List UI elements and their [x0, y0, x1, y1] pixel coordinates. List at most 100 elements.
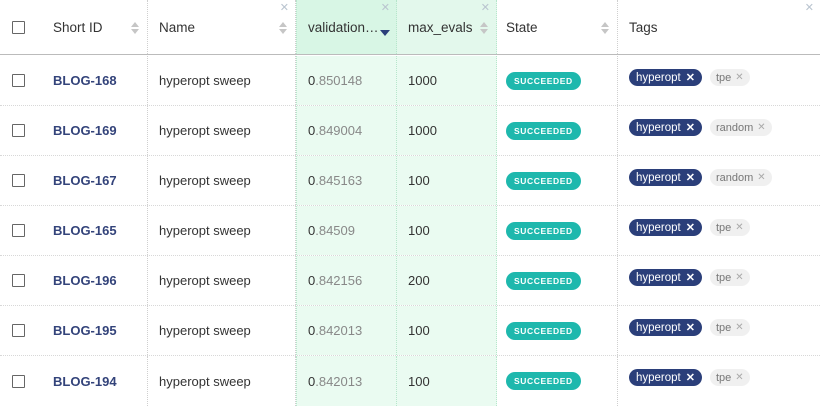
column-header-tags[interactable]: Tags ✕: [618, 0, 820, 54]
validation-int: 0: [308, 223, 316, 238]
tag-remove-icon[interactable]: ✕: [757, 172, 765, 183]
sort-icon[interactable]: [131, 22, 139, 34]
table-row[interactable]: BLOG-165 hyperopt sweep 0.84509 100 SUCC…: [0, 206, 820, 256]
tag-chip[interactable]: tpe ✕: [709, 369, 750, 386]
name-header-label: Name: [159, 19, 196, 35]
tag-label: hyperopt: [636, 171, 681, 184]
table-row[interactable]: BLOG-169 hyperopt sweep 0.849004 1000 SU…: [0, 106, 820, 156]
validation-cell: 0.850148: [296, 56, 397, 105]
tags-cell: hyperopt ✕ random ✕: [618, 106, 820, 155]
tag-chip[interactable]: hyperopt ✕: [629, 219, 702, 236]
table-row[interactable]: BLOG-168 hyperopt sweep 0.850148 1000 SU…: [0, 56, 820, 106]
validation-header-label: validation…: [308, 19, 379, 35]
validation-dec: .84509: [315, 223, 355, 238]
row-select-cell: [0, 156, 36, 205]
close-icon[interactable]: ✕: [805, 2, 814, 14]
row-select-cell: [0, 256, 36, 305]
tag-list: hyperopt ✕ tpe ✕: [629, 369, 750, 386]
status-badge: SUCCEEDED: [506, 321, 581, 340]
sort-icon[interactable]: [601, 22, 609, 34]
tag-chip[interactable]: random ✕: [709, 119, 772, 136]
short-id-link[interactable]: BLOG-169: [53, 123, 117, 138]
tag-chip[interactable]: hyperopt ✕: [629, 169, 702, 186]
tag-remove-icon[interactable]: ✕: [735, 222, 743, 233]
close-icon[interactable]: ✕: [280, 2, 289, 14]
tag-list: hyperopt ✕ random ✕: [629, 169, 772, 186]
tag-remove-icon[interactable]: ✕: [686, 71, 695, 84]
tag-label: hyperopt: [636, 221, 681, 234]
row-select-cell: [0, 56, 36, 105]
close-icon[interactable]: ✕: [481, 2, 490, 14]
table-row[interactable]: BLOG-196 hyperopt sweep 0.842156 200 SUC…: [0, 256, 820, 306]
validation-cell: 0.849004: [296, 106, 397, 155]
status-badge: SUCCEEDED: [506, 221, 581, 240]
table-row[interactable]: BLOG-167 hyperopt sweep 0.845163 100 SUC…: [0, 156, 820, 206]
max-evals-cell: 100: [397, 156, 497, 205]
column-header-validation[interactable]: validation… ✕: [296, 0, 397, 54]
tag-chip[interactable]: tpe ✕: [709, 269, 750, 286]
run-name: hyperopt sweep: [159, 73, 251, 88]
status-badge: SUCCEEDED: [506, 271, 581, 290]
row-checkbox[interactable]: [11, 124, 25, 137]
name-cell: hyperopt sweep: [148, 356, 296, 406]
tag-remove-icon[interactable]: ✕: [686, 121, 695, 134]
tags-cell: hyperopt ✕ tpe ✕: [618, 206, 820, 255]
run-name: hyperopt sweep: [159, 323, 251, 338]
tag-chip[interactable]: hyperopt ✕: [629, 369, 702, 386]
tag-remove-icon[interactable]: ✕: [735, 72, 743, 83]
column-header-state[interactable]: State: [497, 0, 618, 54]
tag-chip[interactable]: hyperopt ✕: [629, 319, 702, 336]
sort-icon[interactable]: [279, 22, 287, 34]
short-id-link[interactable]: BLOG-194: [53, 374, 117, 389]
sort-descending-icon[interactable]: [380, 30, 390, 36]
tag-chip[interactable]: hyperopt ✕: [629, 269, 702, 286]
run-name: hyperopt sweep: [159, 273, 251, 288]
close-icon[interactable]: ✕: [381, 2, 390, 14]
short-id-link[interactable]: BLOG-165: [53, 223, 117, 238]
tag-chip[interactable]: hyperopt ✕: [629, 119, 702, 136]
tag-label: hyperopt: [636, 121, 681, 134]
tag-list: hyperopt ✕ tpe ✕: [629, 319, 750, 336]
short-id-link[interactable]: BLOG-196: [53, 273, 117, 288]
row-checkbox[interactable]: [11, 174, 25, 187]
short-id-link[interactable]: BLOG-168: [53, 73, 117, 88]
row-checkbox[interactable]: [11, 224, 25, 237]
row-checkbox[interactable]: [11, 324, 25, 337]
column-header-name[interactable]: Name ✕: [148, 0, 296, 54]
short-id-link[interactable]: BLOG-195: [53, 323, 117, 338]
tag-remove-icon[interactable]: ✕: [686, 371, 695, 384]
experiments-table: Short ID Name ✕ validation… ✕ max_evals …: [0, 0, 820, 407]
short-id-cell: BLOG-194: [36, 356, 148, 406]
tag-chip[interactable]: tpe ✕: [709, 219, 750, 236]
tag-remove-icon[interactable]: ✕: [735, 272, 743, 283]
state-cell: SUCCEEDED: [497, 306, 618, 355]
tag-remove-icon[interactable]: ✕: [686, 171, 695, 184]
tag-remove-icon[interactable]: ✕: [686, 221, 695, 234]
row-checkbox[interactable]: [11, 274, 25, 287]
row-checkbox[interactable]: [11, 374, 25, 388]
tag-remove-icon[interactable]: ✕: [686, 271, 695, 284]
tag-chip[interactable]: hyperopt ✕: [629, 69, 702, 86]
max-evals-cell: 100: [397, 206, 497, 255]
tag-remove-icon[interactable]: ✕: [686, 321, 695, 334]
tag-chip[interactable]: tpe ✕: [709, 69, 750, 86]
select-all-checkbox[interactable]: [11, 20, 25, 34]
short-id-link[interactable]: BLOG-167: [53, 173, 117, 188]
column-header-max-evals[interactable]: max_evals ✕: [397, 0, 497, 54]
row-checkbox[interactable]: [11, 74, 25, 87]
tag-chip[interactable]: random ✕: [709, 169, 772, 186]
name-cell: hyperopt sweep: [148, 306, 296, 355]
tag-chip[interactable]: tpe ✕: [709, 319, 750, 336]
table-row[interactable]: BLOG-194 hyperopt sweep 0.842013 100 SUC…: [0, 356, 820, 406]
validation-cell: 0.842013: [296, 306, 397, 355]
tag-remove-icon[interactable]: ✕: [735, 372, 743, 383]
sort-icon[interactable]: [480, 22, 488, 34]
short-id-cell: BLOG-169: [36, 106, 148, 155]
column-header-short-id[interactable]: Short ID: [36, 0, 148, 54]
table-row[interactable]: BLOG-195 hyperopt sweep 0.842013 100 SUC…: [0, 306, 820, 356]
tag-remove-icon[interactable]: ✕: [735, 322, 743, 333]
max-evals-value: 100: [408, 323, 430, 338]
tag-remove-icon[interactable]: ✕: [757, 122, 765, 133]
max-evals-cell: 200: [397, 256, 497, 305]
tag-label: tpe: [715, 221, 732, 234]
